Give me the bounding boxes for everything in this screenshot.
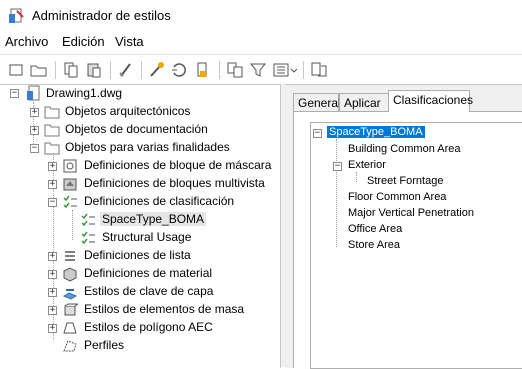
- tree-item-label: Objetos arquitectónicos: [65, 104, 191, 118]
- tree-item[interactable]: + Definiciones de material: [48, 265, 278, 283]
- tree-item-label: Estilos de elementos de masa: [84, 302, 245, 316]
- tree-item[interactable]: + Estilos de clave de capa: [48, 283, 278, 301]
- title-bar: Administrador de estilos: [0, 0, 522, 32]
- folder-icon: [44, 122, 60, 138]
- classification-icon: [80, 230, 96, 246]
- new-icon[interactable]: [8, 61, 26, 79]
- tree-item[interactable]: − Objetos para varias finalidades: [28, 139, 278, 157]
- list-definition-icon: [62, 248, 78, 264]
- menu-bar: Archivo Edición Vista: [0, 32, 522, 52]
- toolbar-separator: [110, 61, 111, 79]
- menu-vista[interactable]: Vista: [115, 34, 144, 49]
- set-from-icon[interactable]: [226, 61, 244, 79]
- collapse-icon[interactable]: −: [333, 162, 342, 171]
- tab-general[interactable]: General: [293, 93, 341, 112]
- material-icon: [62, 266, 78, 282]
- polygon-icon: [62, 320, 78, 336]
- expand-icon[interactable]: +: [48, 180, 57, 189]
- tree-item-label: Estilos de polígono AEC: [84, 320, 213, 334]
- collapse-icon[interactable]: −: [48, 198, 57, 207]
- tree-root-label: Drawing1.dwg: [46, 86, 123, 100]
- view-options-icon[interactable]: [272, 61, 298, 79]
- expand-icon[interactable]: +: [48, 270, 57, 279]
- toolbar-separator: [55, 61, 56, 79]
- tree-item-label: Estilos de clave de capa: [84, 284, 214, 298]
- multiview-block-icon: [62, 176, 78, 192]
- toolbar-separator: [219, 61, 220, 79]
- tab-clasificaciones[interactable]: Clasificaciones: [388, 90, 473, 112]
- tree-item[interactable]: − Definiciones de clasificación: [48, 193, 278, 211]
- filter-icon[interactable]: [249, 61, 267, 79]
- toolbar-separator: [303, 61, 304, 79]
- purge-icon[interactable]: [117, 61, 135, 79]
- collapse-icon[interactable]: −: [30, 144, 39, 153]
- tree-item-label: Objetos de documentación: [65, 122, 208, 136]
- tree-item-label: SpaceType_BOMA: [100, 212, 207, 226]
- expand-icon[interactable]: +: [48, 162, 57, 171]
- classification-item-label: Exterior: [348, 159, 386, 171]
- tree-item-label: Definiciones de lista: [84, 248, 191, 262]
- expand-icon[interactable]: +: [30, 126, 39, 135]
- tree-item[interactable]: + Definiciones de lista: [48, 247, 278, 265]
- tree-item[interactable]: + Objetos arquitectónicos: [28, 103, 278, 121]
- collapse-icon[interactable]: −: [313, 129, 322, 138]
- mask-block-icon: [62, 158, 78, 174]
- classification-item[interactable]: Building Common Area: [348, 143, 461, 159]
- mass-element-icon: [62, 302, 80, 318]
- tree-item-label: Definiciones de bloque de máscara: [84, 158, 272, 172]
- tree-item-label: Perfiles: [84, 338, 125, 352]
- tree-item-label: Objetos para varias finalidades: [65, 140, 230, 154]
- toolbar: [0, 54, 522, 85]
- copy-icon[interactable]: [62, 61, 80, 79]
- tree-item-label: Definiciones de clasificación: [84, 194, 235, 208]
- classification-item[interactable]: Street Forntage: [367, 175, 443, 191]
- tree-item[interactable]: + Definiciones de bloques multivista: [48, 175, 278, 193]
- classification-item[interactable]: Office Area: [348, 223, 402, 239]
- tab-aplicar-a[interactable]: Aplicar a: [339, 93, 389, 129]
- tree-item[interactable]: + Definiciones de bloque de máscara: [48, 157, 278, 175]
- open-icon[interactable]: [30, 61, 48, 79]
- classification-item[interactable]: Store Area: [348, 239, 400, 255]
- tree-item-label: Definiciones de material: [84, 266, 213, 280]
- menu-edicion[interactable]: Edición: [62, 34, 105, 49]
- set-current-icon[interactable]: [194, 61, 212, 79]
- classification-root-label: SpaceType_BOMA: [327, 126, 425, 138]
- collapse-icon[interactable]: −: [10, 89, 19, 98]
- tree-item[interactable]: + Estilos de elementos de masa: [48, 301, 278, 319]
- expand-icon[interactable]: +: [48, 252, 57, 261]
- expand-icon[interactable]: +: [30, 108, 39, 117]
- edit-style-icon[interactable]: [148, 61, 166, 79]
- classification-icon: [62, 194, 78, 210]
- expand-icon[interactable]: +: [48, 324, 57, 333]
- layer-key-icon: [62, 284, 78, 300]
- expand-icon[interactable]: +: [48, 288, 57, 297]
- tree-connector: [336, 139, 337, 247]
- classification-item[interactable]: Major Vertical Penetration: [348, 207, 474, 223]
- classification-item[interactable]: Floor Common Area: [348, 191, 446, 207]
- toolbar-separator: [141, 61, 142, 79]
- sort-icon[interactable]: [171, 61, 189, 79]
- toggle-view-icon[interactable]: [310, 61, 328, 79]
- paste-icon[interactable]: [85, 61, 103, 79]
- folder-icon: [44, 104, 60, 120]
- window-title: Administrador de estilos: [32, 8, 171, 23]
- profile-icon: [62, 338, 78, 354]
- tree-item-label: Structural Usage: [102, 230, 192, 244]
- tree-item-selected[interactable]: SpaceType_BOMA: [66, 211, 278, 229]
- folder-open-icon: [44, 140, 60, 156]
- app-icon: [9, 8, 25, 27]
- menu-archivo[interactable]: Archivo: [5, 34, 48, 49]
- tree-item[interactable]: + Objetos de documentación: [28, 121, 278, 139]
- tree-item-label: Definiciones de bloques multivista: [84, 176, 265, 190]
- classification-item[interactable]: − Exterior: [333, 159, 413, 175]
- tree-item[interactable]: Perfiles: [48, 337, 278, 355]
- tree-item[interactable]: Structural Usage: [66, 229, 278, 247]
- classification-icon: [80, 212, 96, 228]
- expand-icon[interactable]: +: [48, 306, 57, 315]
- tree-item[interactable]: + Estilos de polígono AEC: [48, 319, 278, 337]
- tree-root[interactable]: − Drawing1.dwg: [8, 85, 278, 103]
- drawing-icon: [26, 85, 42, 101]
